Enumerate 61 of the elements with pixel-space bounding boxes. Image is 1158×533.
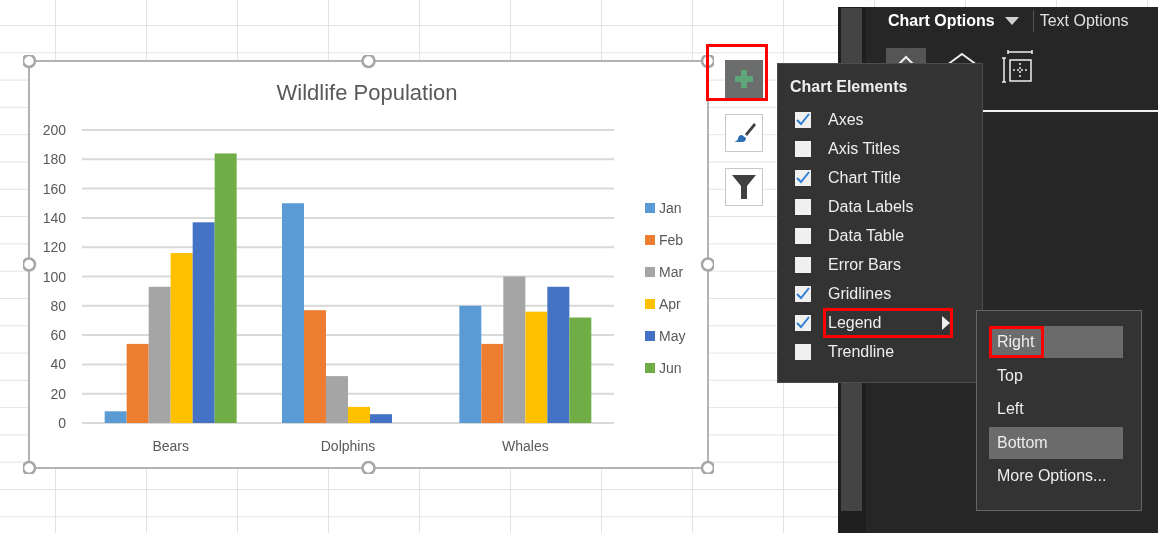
pane-tab[interactable]: Chart Options — [888, 12, 1019, 30]
axis-tick-label: 120 — [42, 239, 66, 256]
menu-item[interactable]: Legend — [823, 307, 953, 338]
checkbox[interactable] — [795, 198, 811, 215]
menu-item[interactable]: Chart Title — [823, 162, 953, 193]
checkbox[interactable] — [795, 140, 811, 157]
axis-tick-label: 200 — [42, 122, 66, 138]
menu-item[interactable]: Gridlines — [823, 278, 953, 309]
axis-tick-label: 180 — [42, 151, 66, 168]
menu-item[interactable]: Axes — [823, 104, 953, 135]
menu-title: Chart Elements — [790, 78, 909, 96]
checkbox[interactable] — [795, 314, 811, 331]
filter-icon — [731, 173, 757, 201]
pane-tab[interactable]: Text Options — [1039, 12, 1129, 30]
checkbox[interactable] — [795, 111, 811, 128]
legend-label: May — [659, 328, 686, 344]
checkbox[interactable] — [795, 169, 811, 186]
submenu-item[interactable]: Right — [989, 326, 1123, 358]
chart-title: Wildlife Population — [276, 80, 458, 105]
axis-tick-label: 100 — [42, 268, 66, 285]
category-label: Dolphins — [320, 438, 376, 454]
legend-label: Mar — [659, 264, 684, 280]
checkbox[interactable] — [795, 285, 811, 302]
chart-styles-button[interactable] — [725, 114, 763, 152]
submenu-item[interactable]: Bottom — [989, 426, 1123, 459]
resize-handle[interactable] — [700, 257, 714, 272]
axis-tick-label: 60 — [50, 327, 66, 344]
menu-item[interactable]: Data Table — [823, 220, 953, 251]
menu-item[interactable]: Trendline — [823, 336, 953, 367]
plus-icon — [734, 69, 754, 89]
axis-tick-label: 20 — [50, 385, 66, 402]
checkbox[interactable] — [795, 256, 811, 273]
size-properties-icon — [1002, 50, 1034, 84]
chart-filter-button[interactable] — [725, 168, 763, 206]
menu-item[interactable]: Error Bars — [823, 249, 953, 280]
legend-label: Apr — [659, 296, 681, 312]
legend-label: Jan — [659, 200, 682, 216]
category-label: Whales — [502, 438, 549, 454]
resize-handle[interactable] — [700, 460, 714, 474]
submenu-item[interactable]: More Options... — [989, 460, 1123, 492]
axis-tick-label: 0 — [58, 415, 66, 431]
menu-item[interactable]: Axis Titles — [823, 133, 953, 164]
submenu-item[interactable]: Top — [989, 359, 1123, 392]
axis-tick-label: 40 — [50, 356, 66, 373]
paintbrush-icon — [732, 121, 756, 145]
resize-handle[interactable] — [23, 55, 37, 69]
submenu-item[interactable]: Left — [989, 393, 1123, 425]
checkbox[interactable] — [795, 227, 811, 244]
menu-item[interactable]: Data Labels — [823, 191, 953, 222]
resize-handle[interactable] — [361, 460, 376, 474]
submenu-arrow-icon — [942, 315, 950, 330]
axis-tick-label: 80 — [50, 297, 66, 314]
axis-tick-label: 160 — [42, 180, 66, 197]
legend-label: Feb — [659, 232, 684, 248]
resize-handle[interactable] — [23, 257, 37, 272]
category-label: Bears — [152, 438, 189, 454]
checkbox[interactable] — [795, 343, 811, 360]
legend-label: Jun — [659, 360, 682, 376]
resize-handle[interactable] — [361, 55, 376, 69]
axis-tick-label: 140 — [42, 209, 66, 226]
resize-handle[interactable] — [23, 460, 37, 474]
